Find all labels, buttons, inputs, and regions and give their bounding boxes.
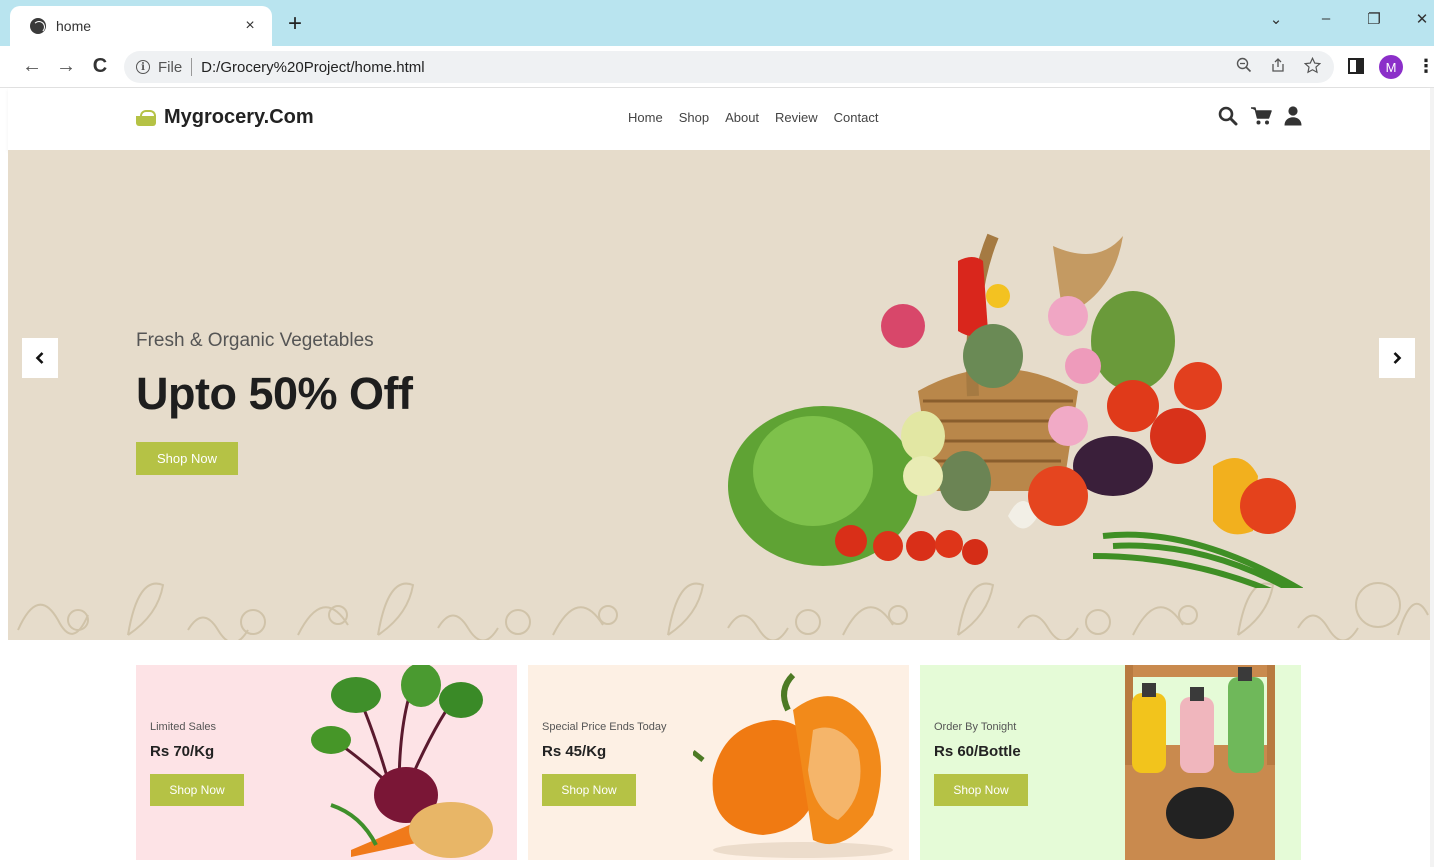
nav-home[interactable]: Home [628, 110, 663, 125]
beetroot-carrot-image [311, 665, 493, 858]
browser-tab[interactable]: home × [10, 6, 272, 46]
card-price: Rs 70/Kg [150, 743, 215, 760]
card-shop-now-button[interactable]: Shop Now [150, 774, 244, 806]
promo-card-limited-sales: Limited Sales Rs 70/Kg Shop Now [136, 665, 517, 860]
vegetable-basket-image [728, 233, 1303, 588]
logo-text: Mygrocery.Com [164, 106, 314, 128]
search-icon[interactable] [1218, 106, 1238, 126]
card-shop-now-button[interactable]: Shop Now [934, 774, 1028, 806]
nav-about[interactable]: About [725, 110, 759, 125]
address-divider [191, 58, 193, 76]
profile-avatar[interactable]: M [1379, 55, 1403, 79]
hero-subtitle: Fresh & Organic Vegetables [136, 330, 374, 351]
chevron-left-icon [35, 352, 44, 364]
hero-banner: Fresh & Organic Vegetables Upto 50% Off … [8, 150, 1430, 640]
tab-title: home [56, 18, 92, 34]
close-tab-icon[interactable]: × [240, 17, 260, 35]
info-icon[interactable]: i [136, 60, 150, 74]
side-panel-icon[interactable] [1348, 58, 1364, 74]
header-icons [1218, 106, 1302, 126]
restore-button[interactable]: ❐ [1364, 10, 1384, 28]
basket-icon [136, 109, 156, 126]
card-price: Rs 60/Bottle [934, 743, 1021, 760]
minimize-button[interactable]: – [1316, 10, 1336, 27]
browser-toolbar: ← → C i File D:/Grocery%20Project/home.h… [0, 46, 1434, 88]
globe-icon [30, 18, 46, 34]
juice-bottles-image [1125, 665, 1275, 860]
promo-card-special-price: Special Price Ends Today Rs 45/Kg Shop N… [528, 665, 909, 860]
browser-menu-icon[interactable]: ⋮ [1417, 54, 1434, 78]
address-bar[interactable]: i File D:/Grocery%20Project/home.html [124, 51, 1334, 83]
site-logo[interactable]: Mygrocery.Com [136, 106, 314, 129]
nav-contact[interactable]: Contact [834, 110, 879, 125]
zoom-icon[interactable] [1234, 57, 1254, 78]
card-tag: Limited Sales [150, 721, 217, 733]
nav-shop[interactable]: Shop [679, 110, 709, 125]
card-tag: Special Price Ends Today [542, 721, 667, 733]
chevron-right-icon [1393, 352, 1402, 364]
address-url[interactable]: D:/Grocery%20Project/home.html [201, 59, 424, 76]
bookmark-star-icon[interactable] [1302, 56, 1322, 79]
user-icon[interactable] [1284, 106, 1302, 126]
hero-title: Upto 50% Off [136, 368, 413, 419]
share-icon[interactable] [1268, 57, 1288, 78]
card-price: Rs 45/Kg [542, 743, 607, 760]
cart-icon[interactable] [1250, 106, 1272, 126]
card-tag: Order By Tonight [934, 721, 1017, 733]
promo-card-order-tonight: Order By Tonight Rs 60/Bottle Shop Now [920, 665, 1301, 860]
forward-button[interactable]: → [54, 54, 78, 78]
bell-pepper-image [693, 672, 893, 858]
hero-shop-now-button[interactable]: Shop Now [136, 442, 238, 475]
page-scrollbar[interactable] [1430, 88, 1434, 867]
address-scheme: File [158, 58, 183, 76]
browser-tabstrip: home × + ⌄ – ❐ ✕ [0, 0, 1434, 46]
next-slide-button[interactable] [1379, 338, 1415, 378]
nav-review[interactable]: Review [775, 110, 818, 125]
site-header: Mygrocery.Com Home Shop About Review Con… [8, 88, 1430, 150]
reload-button[interactable]: C [88, 54, 112, 78]
tab-search-icon[interactable]: ⌄ [1266, 10, 1286, 28]
back-button[interactable]: ← [20, 54, 44, 78]
main-nav: Home Shop About Review Contact [628, 110, 878, 125]
card-shop-now-button[interactable]: Shop Now [542, 774, 636, 806]
close-window-button[interactable]: ✕ [1412, 10, 1432, 28]
prev-slide-button[interactable] [22, 338, 58, 378]
new-tab-button[interactable]: + [284, 10, 306, 38]
